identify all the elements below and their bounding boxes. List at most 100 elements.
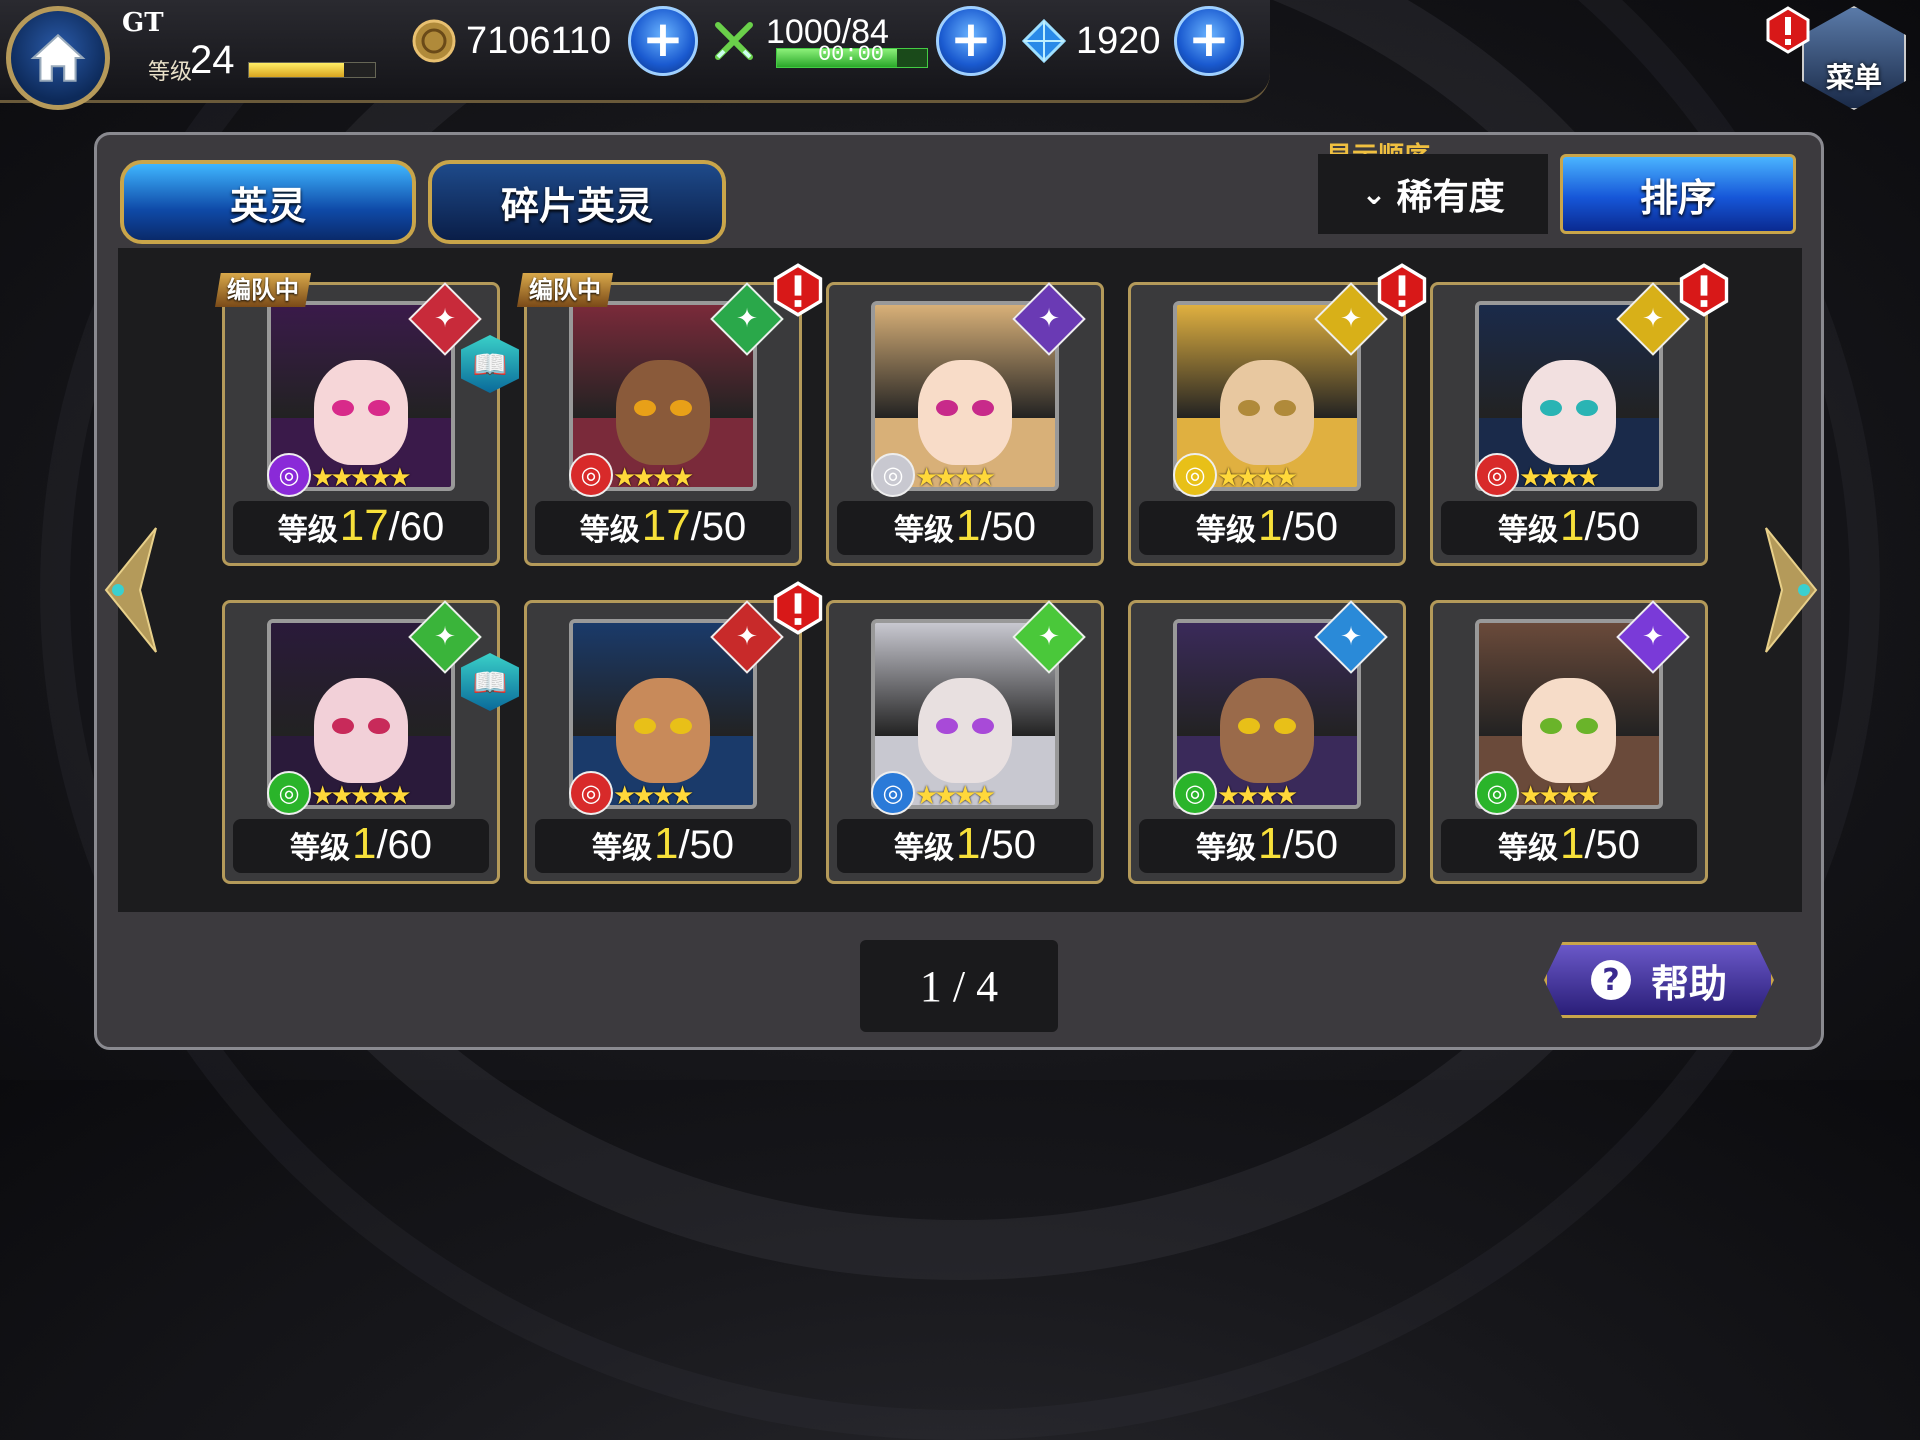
- hero-portrait-face: [1220, 677, 1314, 784]
- in-team-badge: 编队中: [517, 273, 613, 307]
- hero-level-current: 17: [339, 501, 389, 550]
- tab-heroes[interactable]: 英灵: [120, 160, 416, 244]
- hero-level: 等级 1/50: [837, 819, 1093, 873]
- sort-order-value: 稀有度: [1396, 177, 1505, 218]
- hero-attribute-icon: ◎: [267, 453, 311, 497]
- hero-card[interactable]: ✦ 📖 ◎ ★★★★★ 等级 1/60: [222, 600, 519, 884]
- hero-attribute-icon: ◎: [871, 771, 915, 815]
- gem-value: 1920: [1076, 19, 1161, 62]
- hero-level: 等级 17/60: [233, 501, 489, 555]
- player-name: GT: [122, 8, 164, 38]
- hero-card[interactable]: ✦ ◎ ★★★★ 等级 17/50 编队中: [517, 263, 823, 566]
- hero-card[interactable]: ✦ ◎ ★★★★ 等级 1/50: [1430, 263, 1729, 566]
- hero-portrait-eye: [936, 717, 958, 734]
- hero-portrait-eye: [368, 717, 390, 734]
- hero-portrait-eye: [936, 399, 958, 416]
- home-icon: [30, 33, 86, 82]
- hero-attribute-icon: ◎: [267, 771, 311, 815]
- hero-rarity-stars: ★★★★: [1217, 463, 1298, 493]
- hero-rarity-stars: ★★★★: [1217, 781, 1298, 811]
- hero-level-max: /50: [678, 823, 735, 867]
- hero-attribute-icon: ◎: [1475, 453, 1519, 497]
- hero-portrait-face: [1522, 677, 1616, 784]
- hero-portrait-eye: [1238, 399, 1260, 416]
- hero-portrait-face: [314, 359, 408, 466]
- hero-level: 等级 1/60: [233, 819, 489, 873]
- hero-level-max: /60: [376, 823, 433, 867]
- hero-card[interactable]: ✦ ◎ ★★★★ 等级 1/50: [826, 600, 1104, 884]
- exp-bar-fill: [249, 63, 344, 77]
- hero-portrait-eye: [972, 399, 994, 416]
- crossed-swords-icon: [710, 17, 758, 65]
- plus-icon: +: [950, 10, 992, 68]
- hero-level-label: 等级: [893, 513, 954, 548]
- add-gold-button[interactable]: +: [628, 6, 698, 76]
- hero-portrait-eye: [972, 717, 994, 734]
- hero-level: 等级 17/50: [535, 501, 791, 555]
- hero-portrait-eye: [1540, 717, 1562, 734]
- add-gems-button[interactable]: +: [1174, 6, 1244, 76]
- sort-order-select[interactable]: ⌄ 稀有度: [1318, 154, 1548, 234]
- hero-portrait-eye: [1540, 399, 1562, 416]
- question-icon: ?: [1590, 960, 1631, 1000]
- hero-portrait-face: [918, 677, 1012, 784]
- alert-icon: [1377, 263, 1427, 317]
- hero-portrait-eye: [1576, 399, 1598, 416]
- hero-portrait-face: [918, 359, 1012, 466]
- alert-icon: [1679, 263, 1729, 317]
- hero-level-current: 1: [955, 501, 981, 550]
- exp-bar: [248, 62, 376, 78]
- plus-icon: +: [1188, 10, 1230, 68]
- hero-level-label: 等级: [277, 513, 338, 548]
- hero-card[interactable]: ✦ ◎ ★★★★ 等级 1/50: [524, 581, 823, 884]
- hero-card[interactable]: ✦ ◎ ★★★★ 等级 1/50: [1128, 263, 1427, 566]
- hero-portrait-eye: [670, 717, 692, 734]
- next-page-arrow-icon[interactable]: [1756, 520, 1826, 660]
- hero-level-label: 等级: [289, 831, 350, 866]
- hero-level-max: /50: [980, 823, 1037, 867]
- top-status-bar: GT 等级 24 7106110 + 1000/84 00:00 + 1920 …: [0, 0, 1270, 110]
- hero-card[interactable]: ✦ ◎ ★★★★ 等级 1/50: [1430, 600, 1708, 884]
- previous-page-arrow-icon[interactable]: [96, 520, 166, 660]
- hero-attribute-icon: ◎: [1173, 453, 1217, 497]
- hero-level-max: /60: [388, 505, 445, 549]
- hero-level-current: 1: [1257, 501, 1283, 550]
- hero-rarity-stars: ★★★★: [915, 463, 996, 493]
- sort-button[interactable]: 排序: [1560, 154, 1796, 234]
- hero-attribute-icon: ◎: [871, 453, 915, 497]
- hero-attribute-icon: ◎: [569, 453, 613, 497]
- hero-attribute-icon: ◎: [569, 771, 613, 815]
- gem-icon: [1020, 17, 1068, 65]
- help-button[interactable]: ? 帮助: [1544, 942, 1774, 1018]
- hero-card[interactable]: ✦ ◎ ★★★★ 等级 1/50: [826, 282, 1104, 566]
- stamina-timer-text: 00:00: [817, 42, 884, 67]
- hero-portrait-eye: [634, 717, 656, 734]
- hero-card[interactable]: ✦ ◎ ★★★★ 等级 1/50: [1128, 600, 1406, 884]
- hero-rarity-stars: ★★★★: [1519, 781, 1600, 811]
- hero-portrait-eye: [1238, 717, 1260, 734]
- add-stamina-button[interactable]: +: [936, 6, 1006, 76]
- hero-level-max: /50: [1282, 505, 1339, 549]
- gold-counter: 7106110: [410, 10, 611, 72]
- hero-portrait-face: [616, 359, 710, 466]
- hero-level-max: /50: [1584, 505, 1641, 549]
- gold-value: 7106110: [466, 19, 612, 62]
- hero-level-label: 等级: [1195, 831, 1256, 866]
- tab-hero-fragments[interactable]: 碎片英灵: [428, 160, 726, 244]
- hero-attribute-icon: ◎: [1475, 771, 1519, 815]
- gold-coin-icon: [410, 17, 458, 65]
- hero-level-label: 等级: [1195, 513, 1256, 548]
- plus-icon: +: [642, 10, 684, 68]
- in-team-badge: 编队中: [215, 273, 311, 307]
- page-indicator: 1 / 4: [860, 940, 1058, 1032]
- hero-card[interactable]: ✦ 📖 ◎ ★★★★★ 等级 17/60 编队中: [215, 273, 519, 566]
- hero-level: 等级 1/50: [837, 501, 1093, 555]
- menu-button[interactable]: 菜单: [1766, 6, 1912, 116]
- hero-portrait-eye: [332, 717, 354, 734]
- home-button[interactable]: [6, 6, 110, 110]
- player-level-value: 24: [190, 38, 235, 82]
- hero-attribute-icon: ◎: [1173, 771, 1217, 815]
- gem-counter: 1920: [1020, 10, 1161, 72]
- hero-portrait-eye: [634, 399, 656, 416]
- hero-portrait-eye: [1576, 717, 1598, 734]
